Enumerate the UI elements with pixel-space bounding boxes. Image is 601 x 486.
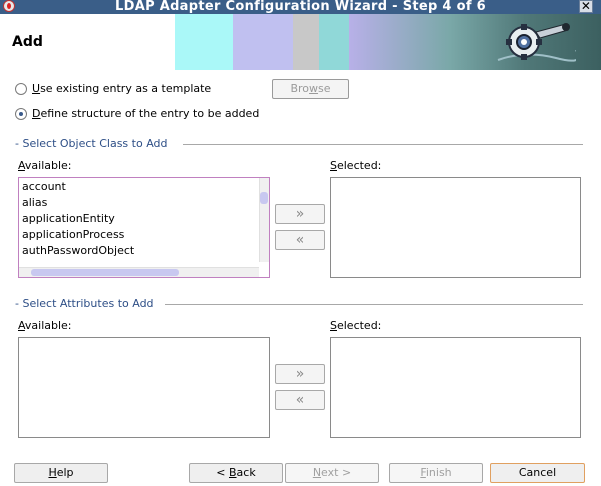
list-item[interactable]: account [22, 179, 66, 195]
header-band [293, 14, 319, 70]
list-item[interactable]: alias [22, 195, 47, 211]
vertical-scrollbar[interactable] [259, 178, 269, 262]
selected-attributes-list[interactable] [330, 337, 581, 438]
wizard-header: Add [0, 14, 601, 70]
radio-unselected-icon[interactable] [15, 82, 27, 95]
header-band [233, 14, 293, 70]
section-title: - Select Attributes to Add [15, 297, 154, 310]
help-button[interactable]: Help [14, 463, 108, 483]
available-attributes-list[interactable] [18, 337, 270, 438]
define-structure-option[interactable]: Define structure of the entry to be adde… [15, 107, 259, 120]
header-band [319, 14, 349, 70]
define-structure-label: Define structure of the entry to be adde… [32, 107, 260, 120]
page-title: Add [12, 34, 43, 50]
remove-object-class-button[interactable]: « [275, 230, 325, 250]
back-button[interactable]: < Back [189, 463, 283, 483]
selected-object-class-list[interactable] [330, 177, 581, 278]
scrollbar-thumb[interactable] [31, 269, 179, 276]
attributes-section-header: - Select Attributes to Add [15, 297, 583, 311]
use-existing-label: Use existing entry as a template [32, 82, 212, 95]
available-object-class-list[interactable]: account alias applicationEntity applicat… [18, 177, 270, 278]
app-icon [3, 0, 15, 12]
remove-arrow-icon: « [295, 392, 305, 408]
radio-selected-icon[interactable] [15, 107, 27, 120]
available-label: Available: [18, 159, 72, 172]
remove-attribute-button[interactable]: « [275, 390, 325, 410]
header-band [175, 14, 233, 70]
finish-button[interactable]: Finish [389, 463, 483, 483]
add-arrow-icon: » [295, 366, 305, 382]
cancel-button[interactable]: Cancel [490, 463, 585, 483]
window-title: LDAP Adapter Configuration Wizard - Step… [115, 0, 486, 14]
remove-arrow-icon: « [295, 232, 305, 248]
object-class-section-header: - Select Object Class to Add [15, 137, 583, 151]
list-item[interactable]: authPasswordObject [22, 243, 134, 259]
divider [165, 304, 583, 305]
add-arrow-icon: » [295, 206, 305, 222]
add-attribute-button[interactable]: » [275, 364, 325, 384]
selected-label: Selected: [330, 159, 382, 172]
title-bar: LDAP Adapter Configuration Wizard - Step… [0, 0, 601, 14]
available-label: Available: [18, 319, 72, 332]
section-title: - Select Object Class to Add [15, 137, 168, 150]
use-existing-option[interactable]: Use existing entry as a template [15, 82, 211, 95]
horizontal-scrollbar[interactable] [19, 267, 259, 277]
scrollbar-thumb[interactable] [260, 192, 268, 204]
divider [183, 144, 583, 145]
close-icon[interactable]: ✕ [579, 0, 593, 13]
next-button[interactable]: Next > [285, 463, 379, 483]
selected-label: Selected: [330, 319, 382, 332]
wizard-gear-icon [497, 23, 576, 62]
list-item[interactable]: applicationEntity [22, 211, 115, 227]
add-object-class-button[interactable]: » [275, 204, 325, 224]
list-item[interactable]: applicationProcess [22, 227, 124, 243]
browse-button[interactable]: Browse [272, 79, 349, 99]
